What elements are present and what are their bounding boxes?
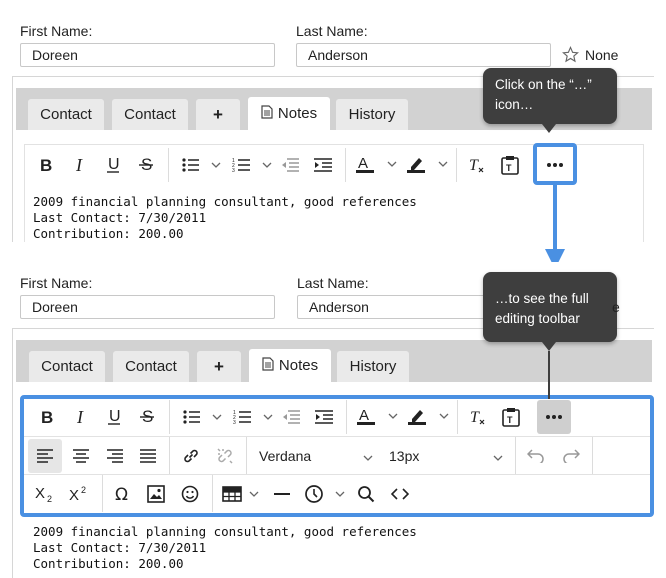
first-name-input[interactable] [20,295,275,319]
callout-top: Click on the “…” icon… [483,68,617,124]
left-border [12,76,13,242]
first-name-label: First Name: [20,23,93,39]
full-toolbar-highlight [20,395,654,517]
separator [168,148,169,182]
callout-tail [542,124,556,133]
note-line-3: Contribution: 200.00 [33,226,184,241]
down-arrow-icon [545,185,565,269]
tab-label: Contact [40,106,92,123]
last-name-label: Last Name: [297,275,369,291]
separator [345,148,346,182]
italic-icon[interactable]: I [68,149,92,181]
tab-contact-1[interactable]: Contact [29,351,105,382]
tab-notes[interactable]: Notes [248,97,330,130]
note-line-3: Contribution: 200.00 [33,556,184,571]
note-line-1: 2009 financial planning consultant, good… [33,194,417,209]
panel-after: First Name: Last Name: Contact Contact +… [0,262,666,578]
first-name-input[interactable] [20,43,275,67]
svg-text:T: T [506,163,512,173]
tab-bar: Contact Contact + Notes History [16,340,652,382]
tab-label: Notes [277,105,318,122]
tab-history[interactable]: History [336,99,408,130]
tab-label: Contact [41,358,93,375]
svg-text:A: A [358,155,368,172]
tab-label: History [349,358,397,375]
tab-history[interactable]: History [337,351,409,382]
tab-contact-1[interactable]: Contact [28,99,104,130]
rating[interactable]: None [562,46,618,63]
left-border [12,328,13,578]
strikethrough-icon[interactable]: S [134,149,158,181]
tab-label: Contact [125,358,177,375]
indent-icon[interactable] [311,149,335,181]
text-color-icon[interactable]: A [354,149,400,181]
rating-text-partial: e [612,299,620,315]
note-line-2: Last Contact: 7/30/2011 [33,210,207,225]
svg-text:3: 3 [232,168,235,173]
tab-notes[interactable]: Notes [249,349,331,382]
tab-label: History [348,106,396,123]
tab-label: + [213,104,223,124]
star-icon[interactable] [562,46,579,63]
last-name-label: Last Name: [296,23,368,39]
callout-text: …to see the full editing toolbar [495,291,589,326]
tab-contact-2[interactable]: Contact [113,351,189,382]
document-icon [261,104,273,123]
callout-tail [542,342,556,351]
bold-icon[interactable]: B [34,149,58,181]
svg-text:B: B [40,157,52,173]
separator [456,148,457,182]
last-name-input[interactable] [296,43,551,67]
tab-contact-2[interactable]: Contact [112,99,188,130]
tab-label: + [214,356,224,376]
paste-text-icon[interactable]: T [498,149,522,181]
document-icon [262,356,274,375]
tab-add[interactable]: + [196,99,240,130]
underline-icon[interactable]: U [101,149,125,181]
svg-text:T: T [469,157,479,174]
tab-label: Contact [124,106,176,123]
more-button-highlight [533,143,577,185]
rating-text: None [585,46,619,63]
callout-pointer-line [548,351,550,399]
svg-text:I: I [75,157,83,173]
callout-text: Click on the “…” icon… [495,77,592,112]
note-line-1: 2009 financial planning consultant, good… [33,524,417,539]
note-line-2: Last Contact: 7/30/2011 [33,540,207,555]
bullet-list-icon[interactable] [178,149,224,181]
numbered-list-icon[interactable]: 123 [229,149,275,181]
tab-label: Notes [278,357,319,374]
first-name-label: First Name: [20,275,93,291]
clear-formatting-icon[interactable]: T [465,149,489,181]
outdent-icon[interactable] [278,149,302,181]
tab-add[interactable]: + [197,351,241,382]
callout-bottom: …to see the full editing toolbar [483,272,617,342]
svg-text:U: U [108,156,120,173]
highlight-color-icon[interactable] [405,149,451,181]
